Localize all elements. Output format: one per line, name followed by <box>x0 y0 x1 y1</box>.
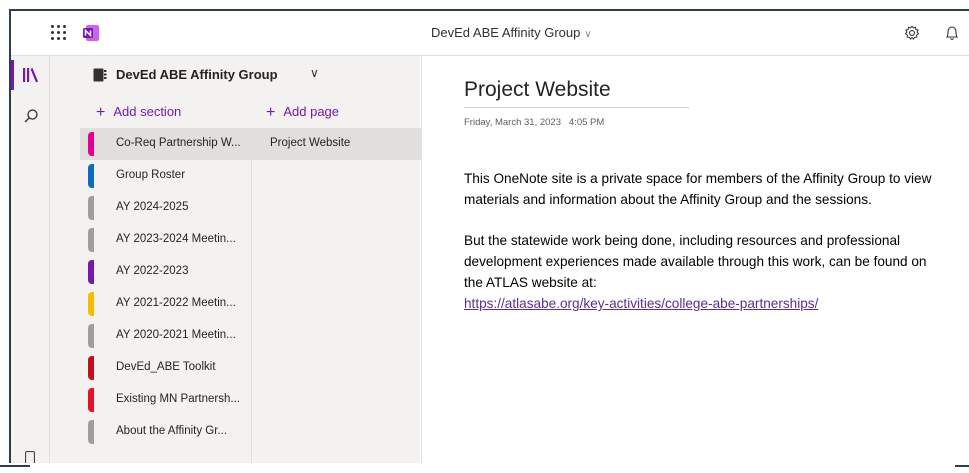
top-bar: DevEd ABE Affinity Group ∨ <box>11 11 969 56</box>
section-color-tab <box>88 388 94 412</box>
chevron-down-icon: ∨ <box>584 29 592 40</box>
notebooks-icon[interactable] <box>11 56 49 94</box>
notebook-header[interactable]: DevEd ABE Affinity Group ∨ <box>50 56 420 94</box>
page-canvas[interactable]: Project Website Friday, March 31, 2023 4… <box>421 56 969 463</box>
section-color-tab <box>88 260 94 284</box>
frame-top <box>0 0 969 9</box>
page-body[interactable]: This OneNote site is a private space for… <box>464 168 934 334</box>
page-list: Project Website <box>251 128 421 463</box>
section-list: Co-Req Partnership W... Group Roster AY … <box>80 128 251 463</box>
section-color-tab <box>88 228 94 252</box>
notebook-navigation-pane: DevEd ABE Affinity Group ∨ + Add section … <box>50 56 421 463</box>
plus-icon: + <box>266 104 276 121</box>
section-label: Existing MN Partnersh... <box>116 393 240 405</box>
section-item[interactable]: AY 2024-2025 <box>80 192 251 224</box>
section-label: Co-Req Partnership W... <box>116 137 241 149</box>
paragraph: But the statewide work being done, inclu… <box>464 230 934 314</box>
section-item[interactable]: AY 2022-2023 <box>80 256 251 288</box>
section-item[interactable]: Co-Req Partnership W... <box>80 128 251 160</box>
section-label: AY 2020-2021 Meetin... <box>116 329 236 341</box>
notebook-title[interactable]: DevEd ABE Affinity Group ∨ <box>431 25 592 40</box>
frame-bottom <box>0 463 969 473</box>
frame-border-bottom <box>955 465 969 467</box>
page-time: 4:05 PM <box>568 117 605 128</box>
page-date: Friday, March 31, 2023 <box>464 117 561 128</box>
app-launcher-icon[interactable] <box>51 25 67 41</box>
page-label: Project Website <box>270 137 351 149</box>
left-rail <box>11 56 50 467</box>
section-color-tab <box>88 420 94 444</box>
notebook-icon <box>93 68 107 82</box>
frame-border-bottom <box>0 465 30 467</box>
section-color-tab <box>88 164 94 188</box>
plus-icon: + <box>96 104 106 121</box>
notebook-name: DevEd ABE Affinity Group <box>116 67 278 82</box>
section-color-tab <box>88 132 94 156</box>
title-underline <box>464 107 689 108</box>
section-item[interactable]: DevEd_ABE Toolkit <box>80 352 251 384</box>
search-icon[interactable] <box>23 108 39 124</box>
section-label: AY 2024-2025 <box>116 201 189 213</box>
notebook-title-text: DevEd ABE Affinity Group <box>431 25 581 40</box>
add-section-label: Add section <box>113 104 182 119</box>
section-item[interactable]: About the Affinity Gr... <box>80 416 251 448</box>
section-item[interactable]: AY 2021-2022 Meetin... <box>80 288 251 320</box>
section-color-tab <box>88 324 94 348</box>
section-item[interactable]: AY 2020-2021 Meetin... <box>80 320 251 352</box>
section-color-tab <box>88 196 94 220</box>
section-color-tab <box>88 356 94 380</box>
add-page-button[interactable]: + Add page <box>266 104 339 122</box>
section-label: AY 2022-2023 <box>116 265 189 277</box>
section-item[interactable]: AY 2023-2024 Meetin... <box>80 224 251 256</box>
section-item[interactable]: Existing MN Partnersh... <box>80 384 251 416</box>
section-item[interactable]: Group Roster <box>80 160 251 192</box>
section-label: AY 2021-2022 Meetin... <box>116 297 236 309</box>
paragraph-text: But the statewide work being done, inclu… <box>464 233 927 290</box>
section-label: About the Affinity Gr... <box>116 425 228 437</box>
paragraph: This OneNote site is a private space for… <box>464 171 932 207</box>
section-color-tab <box>88 292 94 316</box>
bell-icon[interactable] <box>945 25 959 41</box>
page-title[interactable]: Project Website <box>464 78 611 102</box>
settings-icon[interactable] <box>904 25 920 41</box>
page-item[interactable]: Project Website <box>252 128 421 160</box>
atlas-link[interactable]: https://atlasabe.org/key-activities/coll… <box>464 296 818 311</box>
add-page-label: Add page <box>283 104 340 119</box>
add-section-button[interactable]: + Add section <box>96 104 181 122</box>
onenote-logo-icon <box>82 24 100 42</box>
section-label: Group Roster <box>116 169 186 181</box>
chevron-down-icon: ∨ <box>310 66 319 80</box>
section-label: AY 2023-2024 Meetin... <box>116 233 236 245</box>
page-timestamp: Friday, March 31, 2023 4:05 PM <box>464 117 604 128</box>
section-label: DevEd_ABE Toolkit <box>116 361 216 373</box>
